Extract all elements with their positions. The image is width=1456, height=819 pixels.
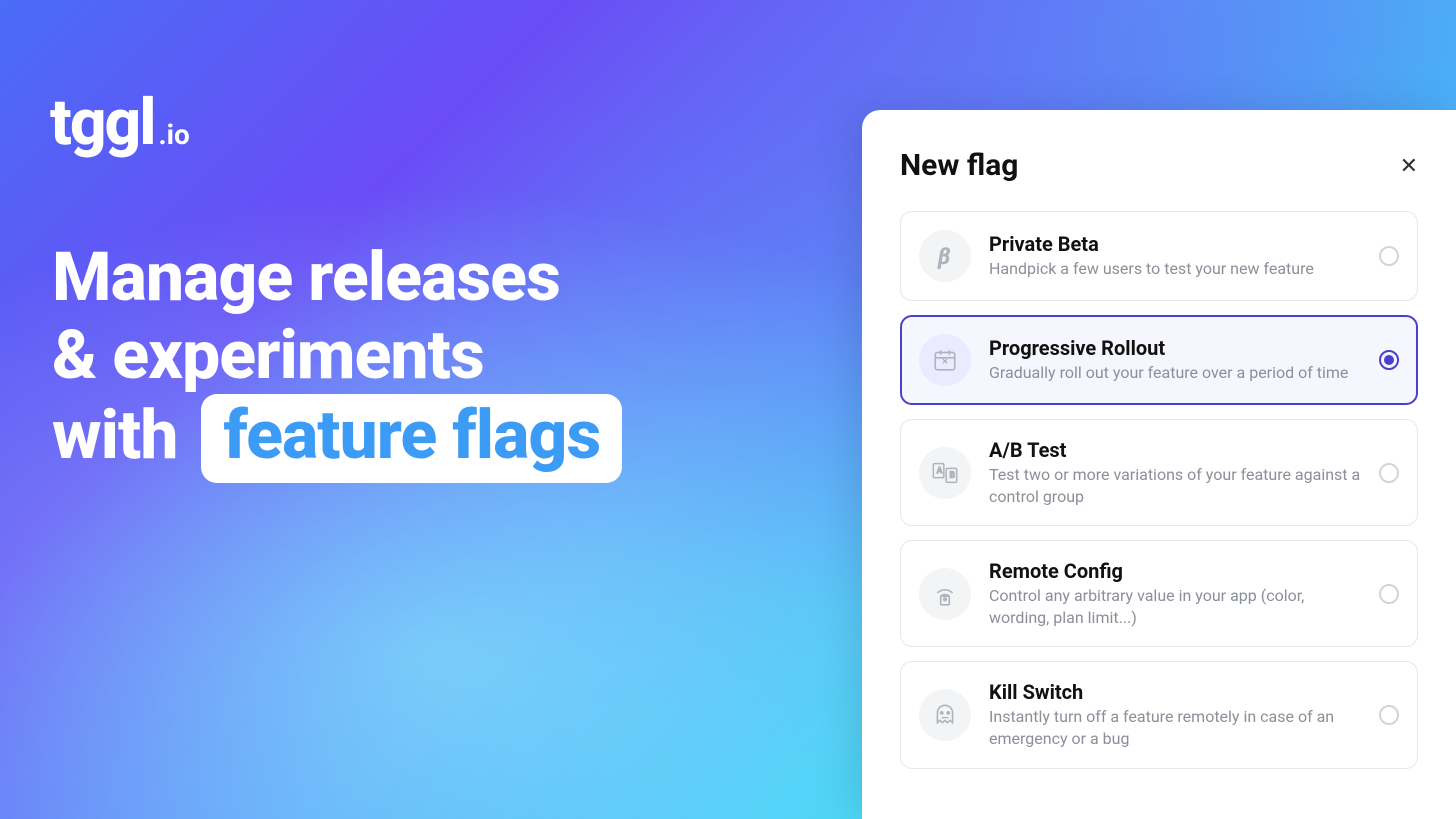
logo-text: tggl <box>50 85 155 160</box>
radio-indicator <box>1379 350 1399 370</box>
option-text: Remote Config Control any arbitrary valu… <box>989 559 1365 628</box>
option-title: Private Beta <box>989 232 1365 256</box>
ghost-icon <box>919 689 971 741</box>
logo: tggl .io <box>50 85 190 160</box>
headline-line1: Manage releases <box>52 238 622 316</box>
radio-indicator <box>1379 705 1399 725</box>
headline: Manage releases & experiments with featu… <box>52 238 622 483</box>
radio-indicator <box>1379 463 1399 483</box>
headline-line2: & experiments <box>52 316 622 394</box>
close-icon[interactable]: ✕ <box>1400 155 1418 177</box>
svg-text:β: β <box>938 245 950 269</box>
option-desc: Test two or more variations of your feat… <box>989 464 1365 507</box>
option-title: Kill Switch <box>989 680 1365 704</box>
panel-header: New flag ✕ <box>900 148 1418 183</box>
radio-indicator <box>1379 584 1399 604</box>
beta-icon: β <box>919 230 971 282</box>
option-text: Progressive Rollout Gradually roll out y… <box>989 336 1365 384</box>
headline-highlight: feature flags <box>201 394 622 482</box>
svg-text:B: B <box>950 469 955 479</box>
logo-domain: .io <box>159 118 190 151</box>
option-desc: Instantly turn off a feature remotely in… <box>989 706 1365 749</box>
option-text: Private Beta Handpick a few users to tes… <box>989 232 1365 280</box>
svg-text:A: A <box>937 465 943 475</box>
option-remote-config[interactable]: Remote Config Control any arbitrary valu… <box>900 540 1418 647</box>
option-private-beta[interactable]: β Private Beta Handpick a few users to t… <box>900 211 1418 301</box>
option-text: A/B Test Test two or more variations of … <box>989 438 1365 507</box>
option-progressive-rollout[interactable]: Progressive Rollout Gradually roll out y… <box>900 315 1418 405</box>
ab-test-icon: AB <box>919 447 971 499</box>
calendar-icon <box>919 334 971 386</box>
option-kill-switch[interactable]: Kill Switch Instantly turn off a feature… <box>900 661 1418 768</box>
panel-title: New flag <box>900 148 1018 183</box>
option-ab-test[interactable]: AB A/B Test Test two or more variations … <box>900 419 1418 526</box>
headline-line3: with <box>52 395 177 475</box>
new-flag-panel: New flag ✕ β Private Beta Handpick a few… <box>862 110 1456 819</box>
option-desc: Gradually roll out your feature over a p… <box>989 362 1365 384</box>
option-title: Progressive Rollout <box>989 336 1365 360</box>
option-desc: Handpick a few users to test your new fe… <box>989 258 1365 280</box>
radio-indicator <box>1379 246 1399 266</box>
option-title: A/B Test <box>989 438 1365 462</box>
option-title: Remote Config <box>989 559 1365 583</box>
option-desc: Control any arbitrary value in your app … <box>989 585 1365 628</box>
wifi-icon <box>919 568 971 620</box>
option-text: Kill Switch Instantly turn off a feature… <box>989 680 1365 749</box>
